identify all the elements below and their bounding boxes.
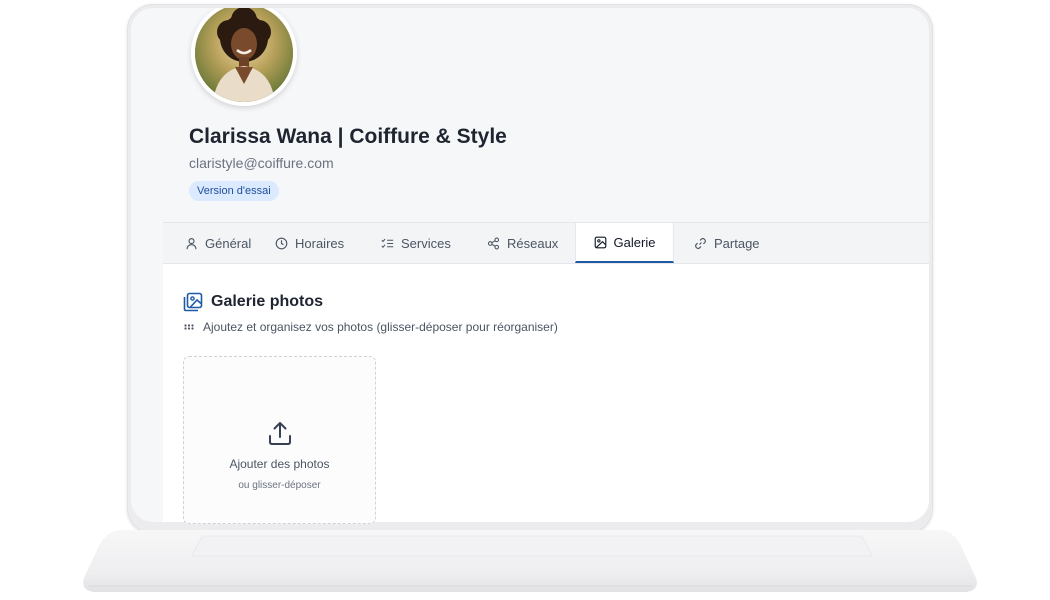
gallery-icon — [183, 292, 203, 312]
tab-galerie-label: Galerie — [613, 234, 656, 250]
gallery-subtitle-text: Ajoutez et organisez vos photos (glisser… — [203, 320, 558, 334]
tab-general-label: Général — [205, 235, 252, 251]
clock-icon — [275, 237, 288, 249]
gallery-title: Galerie photos — [211, 293, 324, 310]
laptop-base — [83, 530, 977, 592]
tab-services[interactable]: Services — [381, 223, 487, 263]
tab-horaires-label: Horaires — [295, 235, 345, 251]
link-icon — [695, 237, 706, 249]
trial-status-badge: Version d'essai — [189, 181, 279, 201]
upload-hint: ou glisser-déposer — [238, 480, 321, 491]
gallery-section-title: Galerie photos — [183, 292, 323, 312]
upload-label: Ajouter des photos — [229, 457, 330, 471]
avatar — [191, 8, 297, 106]
profile-name: Clarissa Wana | Coiffure & Style — [189, 125, 507, 148]
tab-galerie[interactable]: Galerie — [575, 223, 674, 263]
share-icon — [487, 237, 500, 249]
photo-upload-dropzone[interactable]: Ajouter des photos ou glisser-déposer — [183, 356, 376, 524]
upload-icon — [269, 422, 291, 445]
tab-horaires[interactable]: Horaires — [275, 223, 381, 263]
avatar-photo — [195, 8, 293, 102]
user-icon — [186, 237, 197, 249]
tab-partage[interactable]: Partage — [674, 223, 760, 263]
tab-partage-label: Partage — [714, 235, 760, 251]
tab-reseaux[interactable]: Réseaux — [487, 223, 575, 263]
tab-general[interactable]: Général — [163, 223, 275, 263]
image-icon — [594, 236, 606, 248]
gallery-subtitle: Ajoutez et organisez vos photos (glisser… — [184, 320, 558, 334]
tab-reseaux-label: Réseaux — [507, 235, 559, 251]
list-checks-icon — [381, 238, 394, 248]
drag-handle-icon — [184, 324, 194, 330]
tab-services-label: Services — [401, 235, 451, 251]
profile-tabs: Général Horaires Services Réseaux Galeri… — [163, 222, 929, 264]
profile-email: claristyle@coiffure.com — [189, 155, 334, 171]
